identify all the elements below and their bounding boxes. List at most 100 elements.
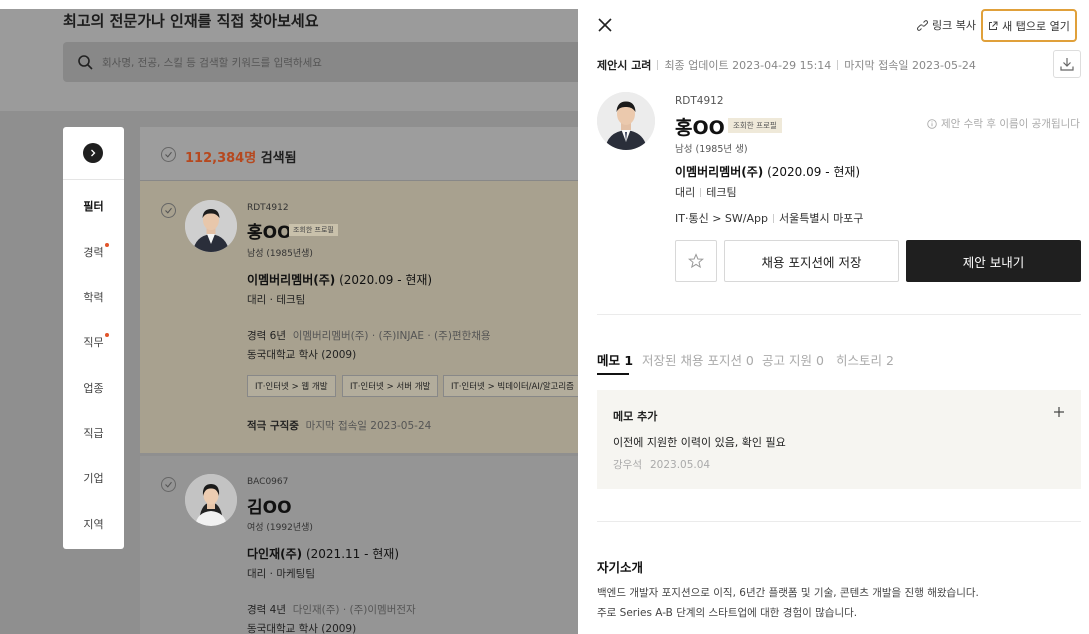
candidate-company: 이멤버리멤버(주) (2020.09 - 현재) [247, 271, 432, 288]
close-icon[interactable] [596, 16, 614, 34]
profile-drawer: 링크 복사 새 탭으로 열기 제안시 고려 최종 업데이트 2023-04-29 … [578, 0, 1089, 634]
candidate-career: 경력 4년 다인재(주) · (주)이멤버전자 [247, 602, 416, 617]
job-category: IT·통신 > SW/App [675, 212, 768, 225]
filter-item-education[interactable]: 학력 [63, 289, 124, 305]
job-tag: IT·인터넷 > 서버 개발 [342, 375, 439, 397]
select-all-checkbox[interactable] [161, 147, 176, 162]
profile-job-location: IT·통신 > SW/App 서울특별시 마포구 [675, 210, 863, 226]
check-icon [165, 151, 172, 158]
star-icon [688, 253, 704, 269]
candidate-checkbox[interactable] [161, 203, 176, 218]
tab-history[interactable]: 히스토리 2 [836, 350, 894, 369]
search-placeholder: 회사명, 전공, 스킬 등 검색할 키워드를 입력하세요 [102, 56, 322, 69]
profile-gender-birth: 남성 (1985년 생) [675, 144, 748, 155]
company-period: (2020.09 - 현재) [767, 165, 861, 179]
filter-panel: 필터 경력 학력 직무 업종 직급 기업 지역 [63, 127, 124, 549]
candidate-role: 대리 · 마케팅팀 [247, 568, 315, 580]
memo-text: 이전에 지원한 이력이 있음, 확인 필요 [613, 436, 786, 449]
chevron-right-icon [91, 149, 96, 157]
filter-active-dot [105, 243, 109, 247]
open-new-tab-button[interactable]: 새 탭으로 열기 [981, 9, 1077, 42]
filter-expand-button[interactable] [83, 143, 103, 163]
profile-name: 홍OO [675, 117, 725, 139]
filter-label: 기업 [83, 472, 104, 485]
link-copy-label: 링크 복사 [932, 19, 976, 32]
career-label: 경력 4년 [247, 604, 286, 616]
external-link-icon [989, 21, 998, 30]
profile-avatar [597, 92, 655, 150]
company-name: 이멤버리멤버(주) [247, 273, 336, 287]
candidate-gender-birth: 남성 (1985년생) [247, 249, 313, 259]
company-period: (2020.09 - 현재) [339, 273, 433, 287]
proposal-status: 제안시 고려 [597, 59, 652, 72]
candidate-gender-birth: 여성 (1992년생) [247, 523, 313, 533]
memo-author: 강우석 [613, 459, 642, 471]
search-input[interactable]: 회사명, 전공, 스킬 등 검색할 키워드를 입력하세요 [63, 42, 603, 82]
viewed-badge: 조회한 프로필 [289, 224, 338, 236]
link-copy-button[interactable]: 링크 복사 [917, 17, 976, 33]
open-new-tab-label: 새 탭으로 열기 [1002, 19, 1070, 33]
company-name: 이멤버리멤버(주) [675, 165, 764, 179]
filter-item-position[interactable]: 직급 [63, 425, 124, 441]
filter-label: 경력 [83, 246, 104, 259]
profile-role: 대리 테크팀 [675, 184, 737, 200]
info-icon [927, 118, 937, 129]
role: 대리 [247, 294, 267, 306]
filter-item-region[interactable]: 지역 [63, 516, 124, 532]
name-reveal-notice: 제안 수락 후 이름이 공개됩니다 [927, 116, 1080, 131]
memo-card: 메모 추가 이전에 지원한 이력이 있음, 확인 필요 강우석 2023.05.0… [597, 390, 1081, 489]
filter-item-company[interactable]: 기업 [63, 470, 124, 486]
last-updated: 최종 업데이트 2023-04-29 15:14 [664, 59, 832, 72]
name-reveal-text: 제안 수락 후 이름이 공개됩니다 [941, 118, 1080, 130]
job-seeking-status: 적극 구직중 [247, 420, 299, 432]
career-detail: 다인재(주) · (주)이멤버전자 [292, 604, 416, 616]
divider [597, 314, 1081, 315]
tab-saved-positions[interactable]: 저장된 채용 포지션 0 [642, 350, 754, 369]
filter-active-dot [105, 333, 109, 337]
filter-label: 학력 [83, 291, 104, 304]
filter-item-industry[interactable]: 업종 [63, 380, 124, 396]
role: 대리 [247, 568, 267, 580]
save-to-position-button[interactable]: 채용 포지션에 저장 [724, 240, 899, 282]
avatar [185, 200, 237, 252]
memo-date: 2023.05.04 [649, 459, 711, 471]
memo-add-title: 메모 추가 [613, 410, 658, 423]
candidate-name: 김OO [247, 498, 292, 518]
memo-meta: 강우석 2023.05.04 [613, 457, 710, 472]
candidate-company: 다인재(주) (2021.11 - 현재) [247, 545, 399, 562]
plus-icon[interactable] [1052, 405, 1066, 419]
candidate-career: 경력 6년 이멤버리멤버(주) · (주)INJAE · (주)편한채용 [247, 328, 491, 343]
role: 대리 [675, 186, 696, 199]
filter-item-career[interactable]: 경력 [63, 243, 124, 260]
filter-item-filter[interactable]: 필터 [63, 198, 124, 214]
bookmark-button[interactable] [675, 240, 717, 282]
filter-label: 지역 [83, 518, 104, 531]
filter-label: 업종 [83, 382, 104, 395]
candidate-education: 동국대학교 학사 (2009) [247, 623, 357, 634]
job-tag: IT·인터넷 > 웹 개발 [247, 375, 336, 397]
last-access: 마지막 접속일 2023-05-24 [305, 420, 432, 432]
send-offer-button[interactable]: 제안 보내기 [906, 240, 1081, 282]
check-icon [165, 481, 172, 488]
filter-label: 필터 [83, 200, 104, 213]
filter-label: 직무 [83, 336, 104, 349]
candidate-checkbox[interactable] [161, 477, 176, 492]
divider [597, 521, 1081, 522]
tab-job-applications[interactable]: 공고 지원 0 [762, 350, 824, 369]
candidate-status: 적극 구직중 마지막 접속일 2023-05-24 [247, 418, 431, 433]
team: 테크팀 [276, 294, 306, 306]
team: 마케팅팀 [276, 568, 315, 580]
job-tag: IT·인터넷 > 빅데이터/AI/알고리즘 [443, 375, 580, 397]
profile-id: RDT4912 [675, 95, 724, 107]
candidate-role: 대리 · 테크팀 [247, 294, 306, 306]
avatar [185, 474, 237, 526]
location: 서울특별시 마포구 [778, 212, 864, 225]
search-icon [78, 55, 93, 70]
filter-item-job[interactable]: 직무 [63, 333, 124, 350]
company-period: (2021.11 - 현재) [305, 547, 399, 561]
download-button[interactable] [1053, 50, 1081, 78]
intro-title: 자기소개 [597, 560, 644, 575]
tab-memo[interactable]: 메모 1 [597, 350, 633, 369]
viewed-badge: 조회한 프로필 [728, 118, 782, 133]
link-icon [917, 19, 928, 31]
